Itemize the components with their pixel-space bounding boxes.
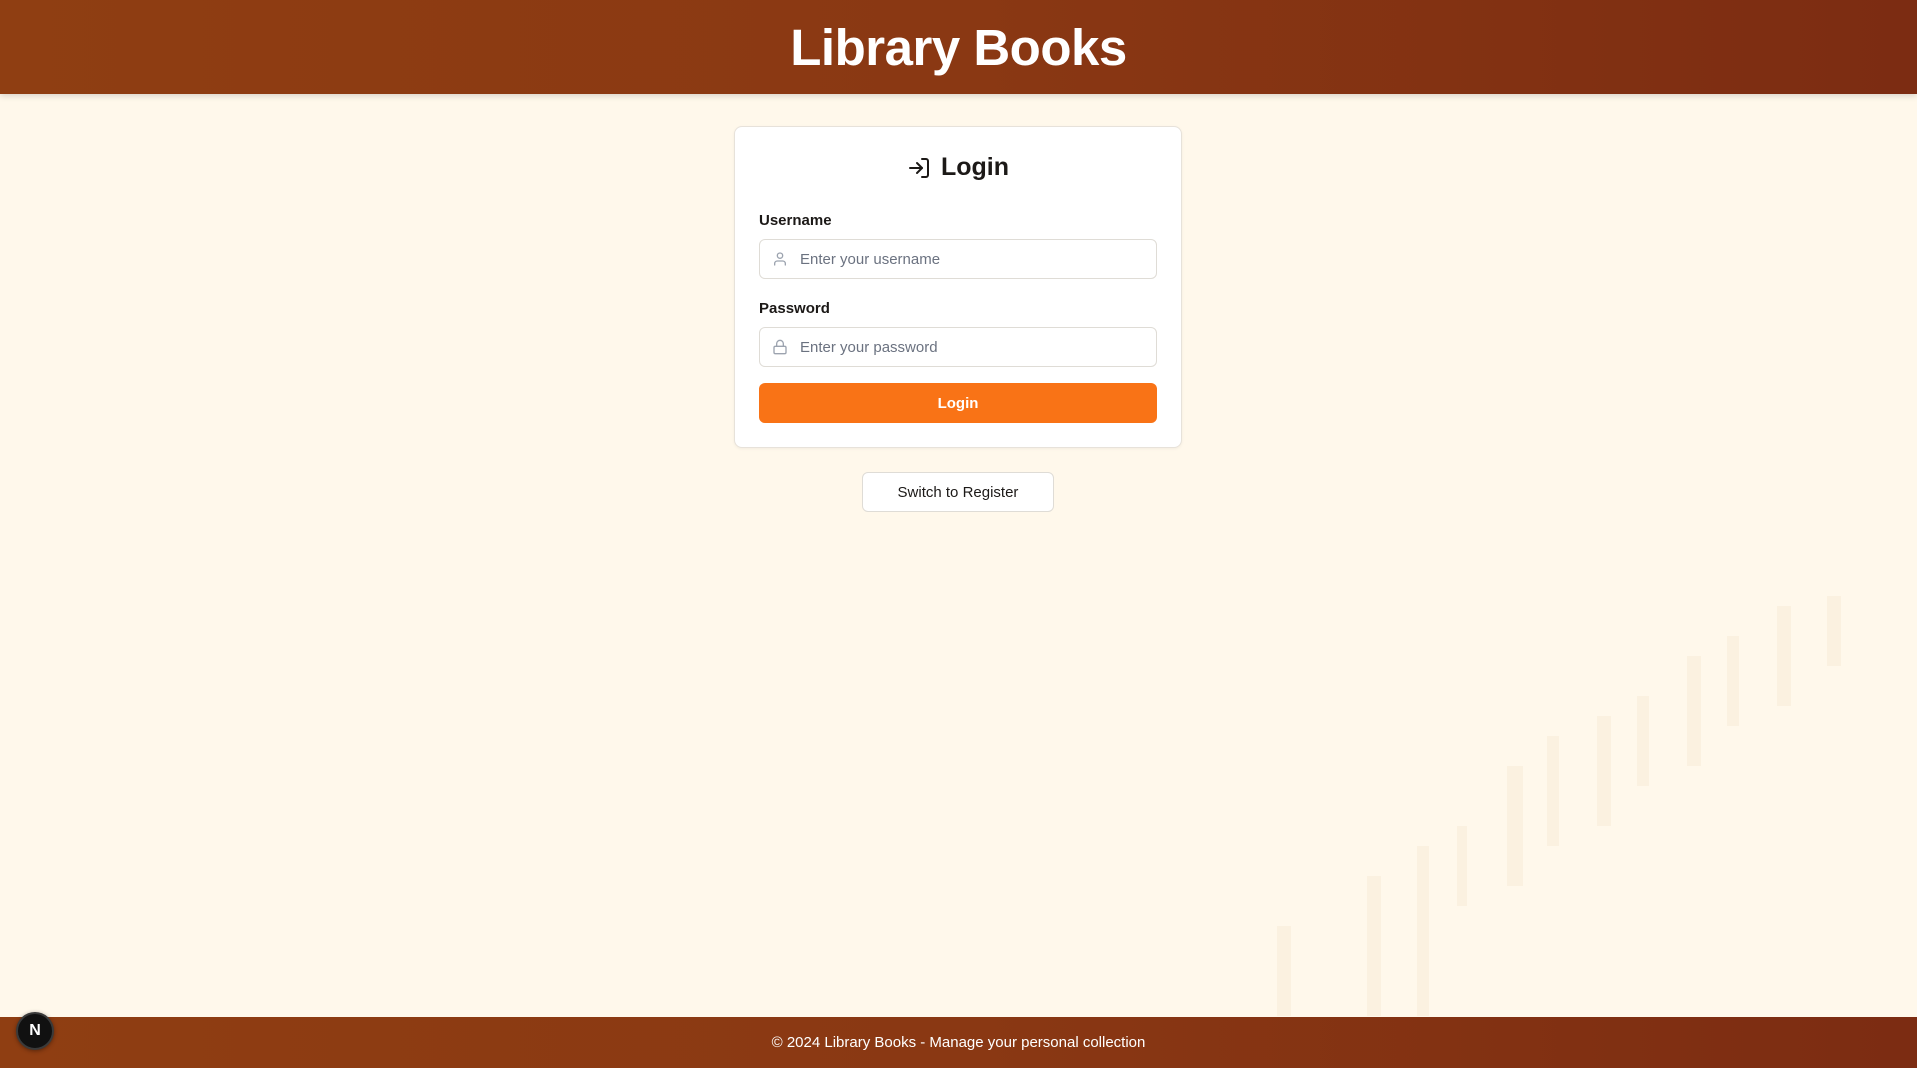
- app-title: Library Books: [790, 18, 1127, 76]
- password-input[interactable]: [788, 328, 1156, 366]
- password-label: Password: [759, 300, 830, 317]
- login-heading: Login: [940, 153, 1010, 181]
- password-field[interactable]: [759, 327, 1157, 367]
- dev-badge-letter: N: [29, 1022, 41, 1039]
- login-card-title: Login: [735, 153, 1181, 182]
- login-card: Login Username Password Login: [734, 126, 1182, 448]
- login-submit-button[interactable]: Login: [759, 383, 1157, 423]
- user-icon: [774, 252, 786, 266]
- dev-tools-badge[interactable]: N: [16, 1012, 54, 1050]
- username-label: Username: [759, 212, 832, 229]
- username-input[interactable]: [788, 240, 1156, 278]
- log-in-icon: [908, 157, 929, 178]
- switch-to-register-button[interactable]: Switch to Register: [862, 472, 1054, 512]
- username-field[interactable]: [759, 239, 1157, 279]
- app-header: Library Books: [0, 0, 1917, 94]
- app-footer: © 2024 Library Books - Manage your perso…: [0, 1017, 1917, 1068]
- background-decoration: [1277, 596, 1841, 1016]
- footer-text: © 2024 Library Books - Manage your perso…: [771, 1034, 1146, 1051]
- lock-icon: [773, 339, 787, 355]
